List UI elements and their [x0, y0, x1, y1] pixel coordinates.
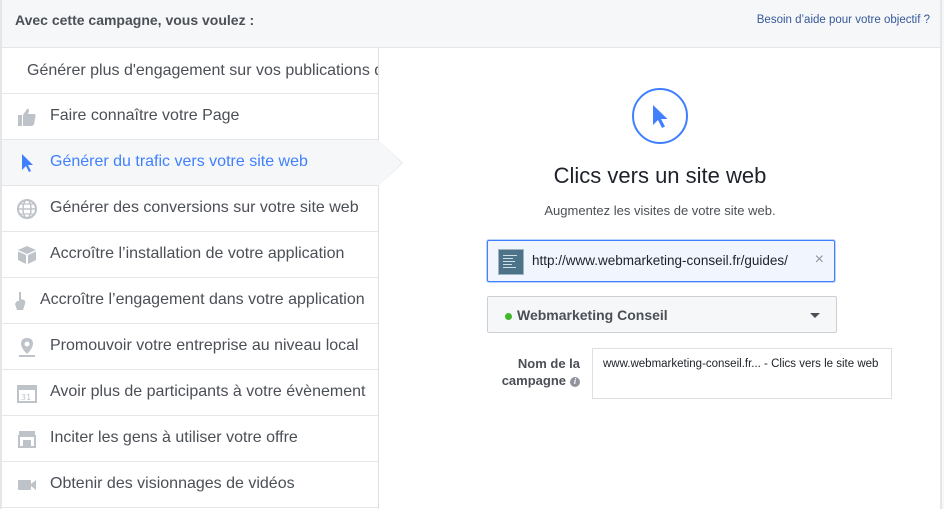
svg-text:31: 31	[21, 393, 31, 402]
panel-title: Avec cette campagne, vous voulez :	[15, 12, 255, 28]
box-icon	[15, 243, 39, 267]
campaign-name-label: Nom de la campagne i	[480, 355, 580, 389]
objective-item-label: Générer des conversions sur votre site w…	[50, 199, 359, 216]
website-url-value: http://www.webmarketing-conseil.fr/guide…	[532, 253, 788, 268]
objective-item-offer-claims[interactable]: Inciter les gens à utiliser votre offre	[2, 416, 378, 462]
objective-item-app-installs[interactable]: Accroître l’installation de votre applic…	[2, 232, 378, 278]
objective-list: Générer plus d'engagement sur vos public…	[2, 48, 403, 509]
page-selector-value: Webmarketing Conseil	[517, 307, 668, 323]
map-pin-icon	[15, 335, 39, 359]
website-url-field[interactable]: http://www.webmarketing-conseil.fr/guide…	[487, 240, 835, 282]
cursor-icon	[632, 88, 688, 144]
objective-item-website-conversions[interactable]: Générer des conversions sur votre site w…	[2, 186, 378, 232]
objective-item-page-likes[interactable]: Faire connaître votre Page	[2, 94, 378, 140]
campaign-objective-panel: Avec cette campagne, vous voulez : Besoi…	[0, 0, 942, 509]
hand-icon	[8, 289, 32, 313]
objective-item-label: Promouvoir votre entreprise au niveau lo…	[50, 337, 359, 354]
page-status-dot	[505, 313, 512, 320]
thumbs-up-icon	[15, 105, 39, 129]
objective-title: Clics vers un site web	[553, 163, 767, 188]
objective-item-event-responses[interactable]: 31 Avoir plus de participants à votre év…	[2, 370, 378, 416]
objective-item-label: Accroître l’engagement dans votre applic…	[40, 291, 365, 308]
objective-item-local-awareness[interactable]: Promouvoir votre entreprise au niveau lo…	[2, 324, 378, 370]
store-icon	[15, 427, 39, 451]
info-icon[interactable]: i	[570, 377, 580, 387]
objective-item-label: Obtenir des visionnages de vidéos	[50, 475, 295, 492]
campaign-name-label-text: Nom de la campagne	[501, 356, 580, 388]
website-thumbnail	[498, 249, 524, 275]
panel-header: Avec cette campagne, vous voulez : Besoi…	[2, 0, 940, 48]
objective-item-label: Avoir plus de participants à votre évène…	[50, 383, 366, 400]
objective-item-post-engagement[interactable]: Générer plus d'engagement sur vos public…	[2, 48, 378, 94]
objective-item-label: Inciter les gens à utiliser votre offre	[50, 429, 298, 446]
page-selector-dropdown[interactable]: Webmarketing Conseil	[487, 296, 837, 333]
objective-item-label: Faire connaître votre Page	[50, 107, 240, 124]
objective-details: Clics vers un site web Augmentez les vis…	[380, 48, 940, 509]
objective-item-video-views[interactable]: Obtenir des visionnages de vidéos	[2, 462, 378, 508]
objective-item-website-traffic[interactable]: Générer du trafic vers votre site web	[2, 140, 403, 186]
campaign-name-input[interactable]: www.webmarketing-conseil.fr... - Clics v…	[592, 348, 892, 399]
objective-item-app-engagement[interactable]: Accroître l’engagement dans votre applic…	[2, 278, 378, 324]
objective-item-label: Générer plus d'engagement sur vos public…	[27, 62, 378, 79]
cursor-icon	[15, 151, 39, 175]
objective-item-label: Accroître l’installation de votre applic…	[50, 245, 345, 262]
help-link[interactable]: Besoin d’aide pour votre objectif ?	[757, 14, 930, 26]
video-camera-icon	[15, 473, 39, 497]
objective-item-label: Générer du trafic vers votre site web	[50, 153, 308, 170]
chevron-down-icon	[810, 313, 820, 318]
globe-icon	[15, 197, 39, 221]
close-icon[interactable]: ×	[815, 251, 824, 269]
objective-subtitle: Augmentez les visites de votre site web.	[544, 203, 776, 218]
calendar-icon: 31	[15, 381, 39, 405]
